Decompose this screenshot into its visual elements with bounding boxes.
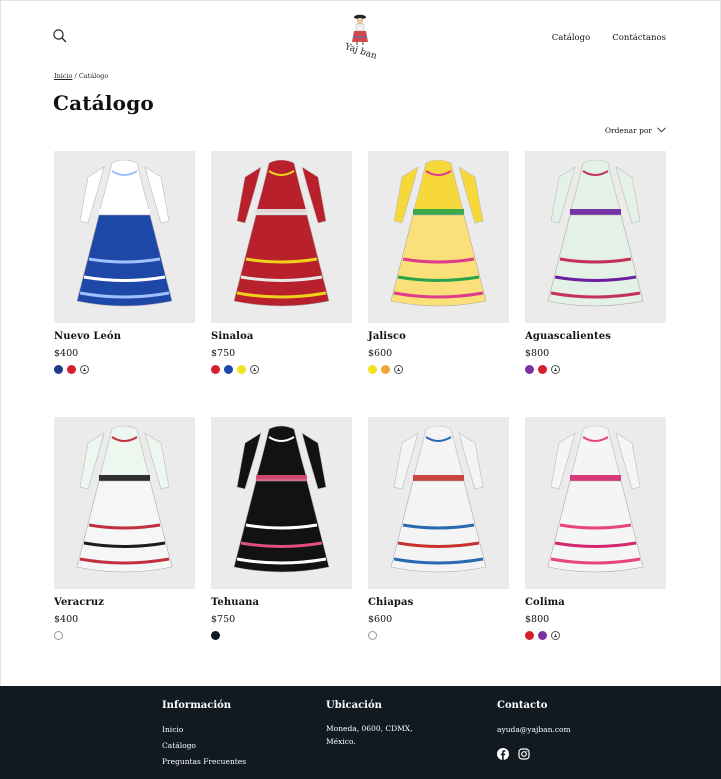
color-swatch[interactable] [525,631,534,640]
color-swatches [211,365,352,374]
product-price: $600 [368,614,393,625]
color-swatch[interactable] [538,365,547,374]
footer-link-inicio[interactable]: Inicio [162,722,246,738]
color-swatch[interactable] [381,365,390,374]
color-swatch[interactable] [211,365,220,374]
breadcrumb: Inicio / Catálogo [54,72,108,80]
more-colors-icon[interactable] [551,365,560,374]
product-name[interactable]: Veracruz [54,597,195,608]
color-swatch[interactable] [224,365,233,374]
product-name[interactable]: Chiapas [368,597,509,608]
site-header: Yaj ban Catálogo Contáctanos [0,0,721,70]
product-image[interactable] [525,417,666,589]
instagram-icon[interactable] [518,745,530,760]
product-name[interactable]: Nuevo León [54,331,195,342]
product-name[interactable]: Tehuana [211,597,352,608]
product-card-aguascalientes[interactable]: Aguascalientes $800 [525,151,666,417]
product-image[interactable] [54,417,195,589]
footer-location: Ubicación Moneda, 0600, CDMX, México. [326,700,413,748]
color-swatches [525,365,666,374]
color-swatches [368,365,509,374]
main-nav: Catálogo Contáctanos [552,33,666,43]
product-price: $800 [525,348,550,359]
product-price: $750 [211,614,236,625]
product-card-chiapas[interactable]: Chiapas $600 [368,417,509,683]
color-swatches [54,631,195,640]
footer-address-line-1: Moneda, 0600, CDMX, [326,724,413,733]
product-image[interactable] [211,151,352,323]
product-image[interactable] [54,151,195,323]
footer-link-catalogo[interactable]: Catálogo [162,738,246,754]
more-colors-icon[interactable] [80,365,89,374]
footer-contact: Contacto ayuda@yajban.com [497,700,571,760]
product-name[interactable]: Aguascalientes [525,331,666,342]
product-price: $600 [368,348,393,359]
color-swatch[interactable] [538,631,547,640]
product-card-colima[interactable]: Colima $800 [525,417,666,683]
breadcrumb-home-link[interactable]: Inicio [54,72,72,80]
color-swatches [525,631,666,640]
footer-email-link[interactable]: ayuda@yajban.com [497,722,571,738]
svg-text:Yaj ban: Yaj ban [342,42,378,60]
product-price: $800 [525,614,550,625]
color-swatches [211,631,352,640]
product-price: $400 [54,348,79,359]
color-swatch[interactable] [67,365,76,374]
product-price: $750 [211,348,236,359]
footer-link-faq[interactable]: Preguntas Frecuentes [162,754,246,770]
product-card-nuevo-leon[interactable]: Nuevo León $400 [54,151,195,417]
logo-text: Yaj ban [342,42,378,62]
product-image[interactable] [525,151,666,323]
footer-info-title: Información [162,700,232,711]
more-colors-icon[interactable] [394,365,403,374]
color-swatch[interactable] [211,631,220,640]
product-image[interactable] [211,417,352,589]
product-card-sinaloa[interactable]: Sinaloa $750 [211,151,352,417]
breadcrumb-separator: / [74,72,77,80]
nav-link-catalogo[interactable]: Catálogo [552,33,590,43]
breadcrumb-current: Catálogo [78,72,109,80]
color-swatches [368,631,509,640]
footer-location-title: Ubicación [326,700,382,711]
color-swatch[interactable] [525,365,534,374]
product-card-tehuana[interactable]: Tehuana $750 [211,417,352,683]
product-card-veracruz[interactable]: Veracruz $400 [54,417,195,683]
color-swatch[interactable] [368,631,377,640]
facebook-icon[interactable] [497,745,509,760]
more-colors-icon[interactable] [551,631,560,640]
color-swatch[interactable] [237,365,246,374]
color-swatch[interactable] [54,631,63,640]
sort-label: Ordenar por [604,126,652,135]
page-title: Catálogo [53,91,154,115]
more-colors-icon[interactable] [250,365,259,374]
social-links [497,745,571,760]
product-name[interactable]: Colima [525,597,666,608]
footer-contact-title: Contacto [497,700,548,711]
site-footer: Información Inicio Catálogo Preguntas Fr… [0,686,721,779]
product-price: $400 [54,614,79,625]
product-name[interactable]: Sinaloa [211,331,352,342]
product-card-jalisco[interactable]: Jalisco $600 [368,151,509,417]
footer-address-line-2: México. [326,737,356,746]
product-image[interactable] [368,151,509,323]
color-swatch[interactable] [54,365,63,374]
search-icon[interactable] [52,28,68,44]
product-image[interactable] [368,417,509,589]
chevron-down-icon [657,126,666,135]
color-swatch[interactable] [368,365,377,374]
nav-link-contactanos[interactable]: Contáctanos [612,33,666,43]
product-name[interactable]: Jalisco [368,331,509,342]
color-swatches [54,365,195,374]
product-grid: Nuevo León $400 Sinaloa $750 Jalisco $600 Agua… [54,151,666,683]
sort-dropdown[interactable]: Ordenar por [605,126,666,135]
footer-info: Información Inicio Catálogo Preguntas Fr… [162,700,246,770]
site-logo[interactable]: Yaj ban [340,12,382,62]
